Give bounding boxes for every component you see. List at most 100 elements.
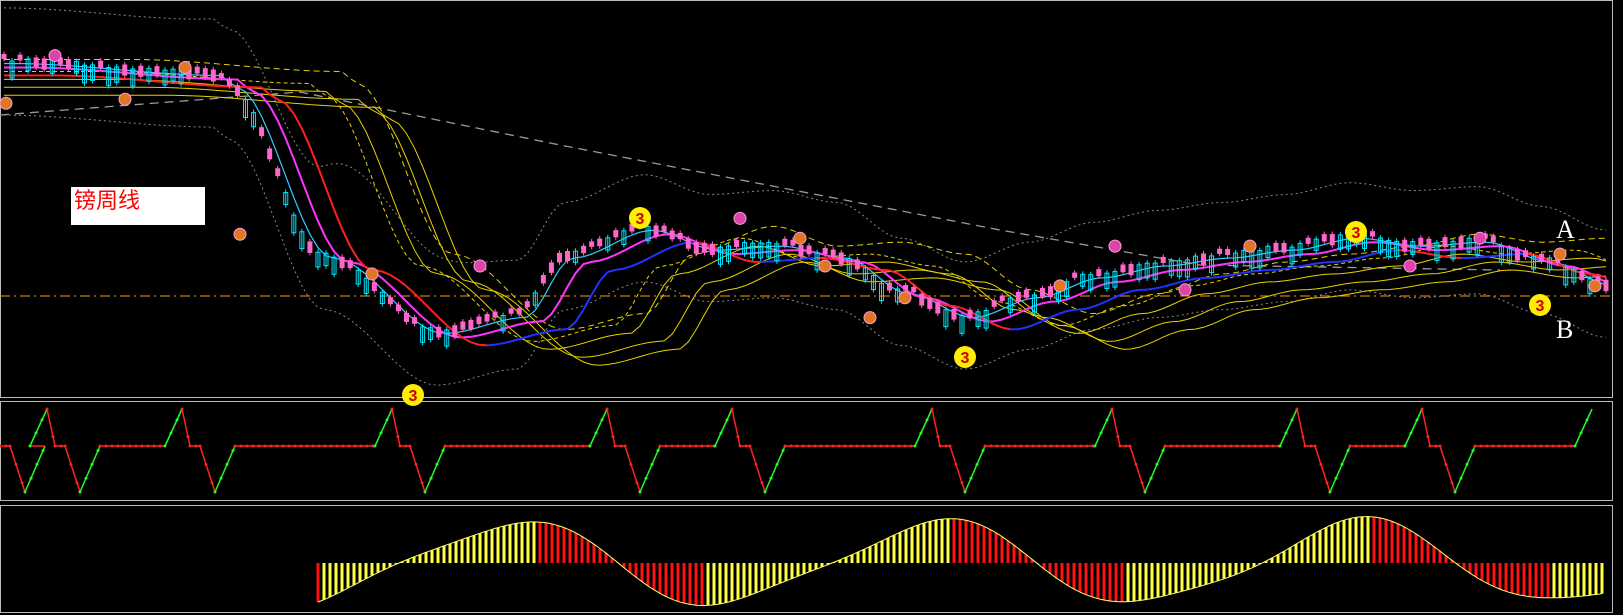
ma-signal-seg [317,166,327,189]
oscillator-dot [600,418,604,422]
oscillator-dot [263,444,267,448]
candle-body [484,314,490,322]
oscillator-dot [658,444,662,448]
ma-signal-seg [510,338,520,343]
oscillator-seg [1094,408,1113,447]
candle-body [210,69,216,82]
oscillator-dot [1259,444,1263,448]
candle-body [967,309,973,319]
oscillator-dot [1533,444,1537,448]
candle-body [33,57,39,68]
ma-signal-seg [1235,271,1244,276]
oscillator-dot [0,444,2,448]
ma-signal-seg [205,84,214,87]
oscillator-dot [1485,444,1489,448]
signal-badge [48,49,62,63]
oscillator-dot [110,444,114,448]
ma-signal-seg [1501,253,1510,257]
ma-signal-seg [421,300,432,311]
ma-signal-seg [1340,259,1349,263]
oscillator-dot [435,462,439,466]
oscillator-dot [1539,444,1543,448]
oscillator-dot [1134,462,1138,466]
oscillator-dot [1271,444,1275,448]
marker-a: A [1556,215,1575,244]
oscillator-dot [1521,444,1525,448]
oscillator-dot [449,444,453,448]
ma-signal-seg [1130,288,1140,293]
ma-signal-seg [1299,263,1309,268]
oscillator-dot [1169,444,1173,448]
candle-body [339,256,345,269]
ma-signal-seg [873,267,882,271]
candle-body [693,242,699,254]
oscillator-dot [861,444,865,448]
oscillator-dot [503,444,507,448]
oscillator-dot [1340,462,1344,466]
oscillator-dot [1444,462,1448,466]
oscillator-dot [287,444,291,448]
oscillator-dot [936,435,940,439]
oscillator-dot [1328,490,1332,494]
oscillator-dot [1265,444,1269,448]
candle-body [854,259,860,270]
candle-body [677,232,683,240]
oscillator-dot [837,444,841,448]
oscillator-dot [35,462,39,466]
oscillator-dot [1187,444,1191,448]
ma-signal-seg [800,257,810,260]
ma-signal-seg [381,270,391,276]
oscillator-dot [84,476,88,480]
oscillator-dot [825,444,829,448]
oscillator-dot [713,444,717,448]
ma-signal-seg [502,340,512,345]
oscillator-dot [51,435,55,439]
candle-body [927,297,933,309]
ma-signal-seg [736,256,745,261]
oscillator-dot [656,449,660,453]
candle-body [1490,236,1496,243]
oscillator-dot [748,444,752,448]
oscillator-dot [251,444,255,448]
oscillator-dot [1193,444,1197,448]
oscillator-dot [760,481,764,485]
oscillator-dot [694,444,698,448]
signal-badge [1243,239,1257,253]
ma-signal-seg [671,243,681,248]
signal-badge [733,211,747,225]
ma-signal-seg [470,341,480,346]
oscillator-dot [1295,407,1299,411]
oscillator-dot [575,444,579,448]
badge-three-label: 3 [636,211,645,228]
oscillator-dot [736,435,740,439]
ma-signal-seg [197,83,206,87]
oscillator-dot [1085,444,1089,448]
ma-signal-seg [623,265,633,270]
oscillator-dot [563,444,567,448]
oscillator-dot [78,490,82,494]
candle-body [1225,248,1231,256]
candle-body [1522,250,1528,258]
candle-body [1321,234,1327,242]
ma-signal-seg [1436,254,1446,258]
oscillator-dot [1434,444,1438,448]
oscillator-dot [233,444,237,448]
candle-body [17,54,23,61]
oscillator-dot [213,490,217,494]
oscillator-dot [63,444,67,448]
signal-badge [473,259,487,273]
ma-signal-seg [1219,274,1228,278]
candle-body [1072,272,1078,278]
oscillator-dot [1390,444,1394,448]
oscillator-dot [1503,444,1507,448]
candle-body [1217,248,1223,254]
oscillator-dot [198,444,202,448]
ma-signal-seg [1477,255,1486,259]
oscillator-dot [1079,444,1083,448]
signal-badge [178,60,192,74]
oscillator-seg [1421,408,1431,447]
oscillator-dot [1545,444,1549,448]
signal-badge [118,92,132,106]
oscillator-dot [521,444,525,448]
candle-body [887,282,893,291]
